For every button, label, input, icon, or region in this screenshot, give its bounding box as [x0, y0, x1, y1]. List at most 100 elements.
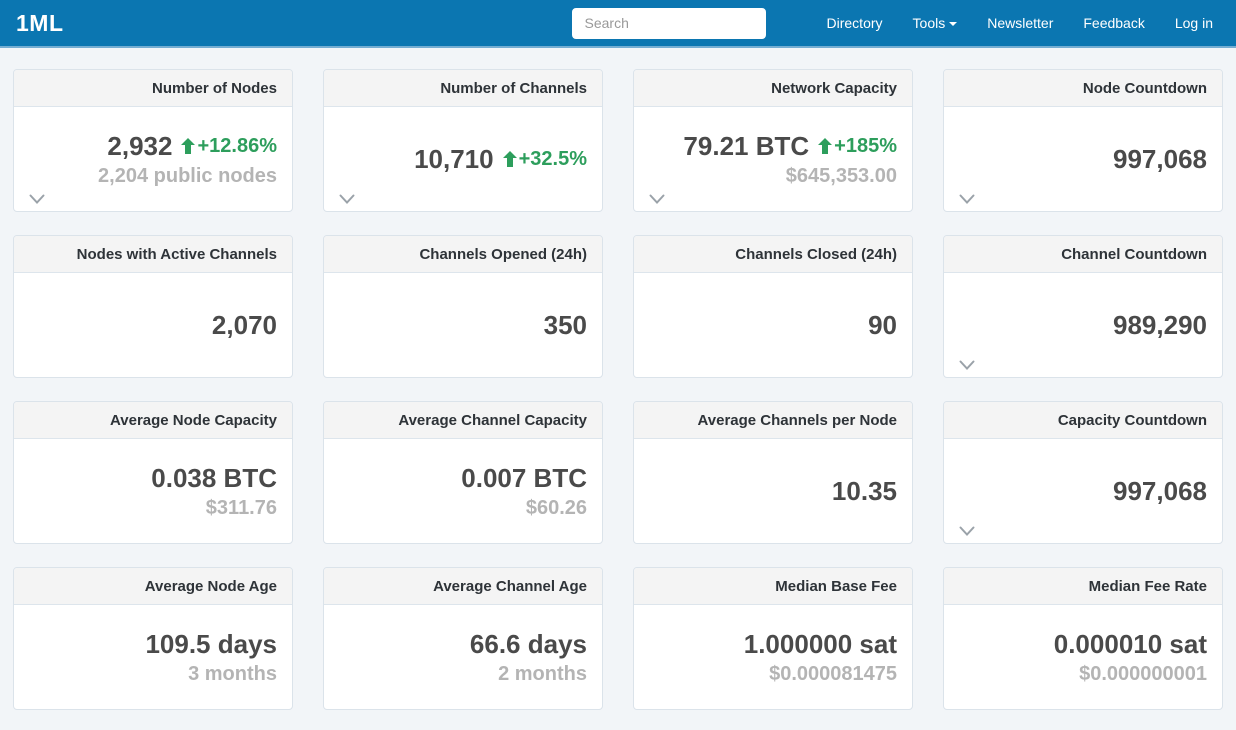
chevron-down-icon[interactable]: [649, 194, 665, 205]
stat-main-line: 997,068: [1113, 478, 1207, 504]
stat-card-header: Median Base Fee: [634, 568, 912, 605]
stat-main-line: 79.21 BTC +185%: [683, 133, 897, 159]
nav-link-directory[interactable]: Directory: [812, 0, 898, 46]
stat-card-body: 10.35: [634, 439, 912, 543]
stat-main-line: 10.35: [832, 478, 897, 504]
stat-value: 79.21 BTC: [683, 133, 809, 159]
arrow-up-icon: [818, 138, 832, 154]
stat-card-header: Average Node Capacity: [14, 402, 292, 439]
stat-card-title: Average Channels per Node: [697, 412, 897, 429]
stat-value: 2,070: [212, 312, 277, 338]
stat-card-header: Channels Closed (24h): [634, 236, 912, 273]
nav-link-newsletter[interactable]: Newsletter: [972, 0, 1068, 46]
stat-card-header: Channel Countdown: [944, 236, 1222, 273]
stat-card-title: Channels Opened (24h): [419, 246, 587, 263]
stat-value: 1.000000 sat: [744, 631, 897, 657]
stat-card-body: 0.007 BTC $60.26: [324, 439, 602, 543]
stat-card-title: Channel Countdown: [1061, 246, 1207, 263]
stat-card: Average Channel Capacity 0.007 BTC $60.2…: [323, 401, 603, 544]
nav-link-tools[interactable]: Tools: [898, 0, 973, 46]
stat-value: 989,290: [1113, 312, 1207, 338]
stat-card: Channels Closed (24h) 90: [633, 235, 913, 378]
arrow-up-icon: [503, 151, 517, 167]
stat-card: Number of Channels 10,710 +32.5%: [323, 69, 603, 212]
stat-value: 90: [868, 312, 897, 338]
stat-card-body: 0.038 BTC $311.76: [14, 439, 292, 543]
nav-link-label: Directory: [827, 15, 883, 31]
stat-subvalue: $60.26: [526, 498, 587, 518]
stat-card: Nodes with Active Channels 2,070: [13, 235, 293, 378]
stat-change-text: +12.86%: [197, 136, 277, 156]
stat-card-title: Capacity Countdown: [1058, 412, 1207, 429]
stat-subvalue: 3 months: [188, 664, 277, 684]
nav-link-label: Tools: [913, 15, 946, 31]
stat-card-header: Average Node Age: [14, 568, 292, 605]
stat-card: Node Countdown 997,068: [943, 69, 1223, 212]
stat-value: 109.5 days: [145, 631, 277, 657]
chevron-down-icon[interactable]: [959, 194, 975, 205]
nav-link-log-in[interactable]: Log in: [1160, 0, 1228, 46]
stat-card-title: Average Node Age: [145, 578, 277, 595]
stat-card: Average Channels per Node 10.35: [633, 401, 913, 544]
stat-card: Average Node Age 109.5 days 3 months: [13, 567, 293, 710]
stat-card-body: 2,932 +12.86% 2,204 public nodes: [14, 107, 292, 211]
stat-subvalue: $0.000000001: [1079, 664, 1207, 684]
stat-card: Average Node Capacity 0.038 BTC $311.76: [13, 401, 293, 544]
stat-value: 997,068: [1113, 146, 1207, 172]
chevron-down-icon[interactable]: [959, 526, 975, 537]
stat-card-title: Average Node Capacity: [110, 412, 277, 429]
stat-value: 0.000010 sat: [1054, 631, 1207, 657]
stat-value: 0.007 BTC: [461, 465, 587, 491]
stat-card-header: Capacity Countdown: [944, 402, 1222, 439]
stats-grid: Number of Nodes 2,932 +12.86% 2,204 publ…: [13, 69, 1223, 710]
chevron-down-icon[interactable]: [959, 360, 975, 371]
stat-card-body: 0.000010 sat $0.000000001: [944, 605, 1222, 709]
nav-link-feedback[interactable]: Feedback: [1068, 0, 1159, 46]
chevron-down-icon[interactable]: [29, 194, 45, 205]
stat-card-header: Network Capacity: [634, 70, 912, 107]
stat-card: Network Capacity 79.21 BTC +185% $645,35…: [633, 69, 913, 212]
stat-card: Median Fee Rate 0.000010 sat $0.00000000…: [943, 567, 1223, 710]
stat-card: Channel Countdown 989,290: [943, 235, 1223, 378]
stat-value: 2,932: [107, 133, 172, 159]
stat-main-line: 10,710 +32.5%: [414, 146, 587, 172]
stat-value: 10.35: [832, 478, 897, 504]
stat-card: Median Base Fee 1.000000 sat $0.00008147…: [633, 567, 913, 710]
stat-main-line: 0.000010 sat: [1054, 631, 1207, 657]
stat-card-body: 350: [324, 273, 602, 377]
stat-card: Average Channel Age 66.6 days 2 months: [323, 567, 603, 710]
search-input[interactable]: [572, 8, 766, 39]
stat-value: 997,068: [1113, 478, 1207, 504]
stat-card-title: Nodes with Active Channels: [77, 246, 277, 263]
brand-logo[interactable]: 1ML: [16, 0, 64, 46]
stat-change: +12.86%: [181, 136, 277, 156]
stat-main-line: 989,290: [1113, 312, 1207, 338]
stat-card-header: Average Channel Capacity: [324, 402, 602, 439]
stat-change: +185%: [818, 136, 897, 156]
stat-card-header: Channels Opened (24h): [324, 236, 602, 273]
stat-card-title: Average Channel Capacity: [398, 412, 587, 429]
stat-card-body: 2,070: [14, 273, 292, 377]
stat-main-line: 997,068: [1113, 146, 1207, 172]
stat-card-body: 109.5 days 3 months: [14, 605, 292, 709]
stat-card-body: 997,068: [944, 439, 1222, 543]
nav-link-label: Newsletter: [987, 15, 1053, 31]
nav-links: Directory Tools Newsletter Feedback Log …: [812, 0, 1228, 46]
stat-subvalue: $311.76: [206, 498, 277, 518]
nav-link-label: Log in: [1175, 15, 1213, 31]
stat-card-title: Median Base Fee: [775, 578, 897, 595]
chevron-down-icon[interactable]: [339, 194, 355, 205]
stat-change: +32.5%: [503, 149, 587, 169]
stat-value: 10,710: [414, 146, 494, 172]
stat-card-header: Number of Channels: [324, 70, 602, 107]
stat-value: 66.6 days: [470, 631, 587, 657]
stat-main-line: 0.038 BTC: [151, 465, 277, 491]
stat-card-body: 79.21 BTC +185% $645,353.00: [634, 107, 912, 211]
stat-card-header: Average Channel Age: [324, 568, 602, 605]
stat-card-header: Node Countdown: [944, 70, 1222, 107]
stat-value: 350: [544, 312, 587, 338]
stat-card-body: 1.000000 sat $0.000081475: [634, 605, 912, 709]
stat-change-text: +32.5%: [519, 149, 587, 169]
stat-card-header: Median Fee Rate: [944, 568, 1222, 605]
stat-card-title: Channels Closed (24h): [735, 246, 897, 263]
